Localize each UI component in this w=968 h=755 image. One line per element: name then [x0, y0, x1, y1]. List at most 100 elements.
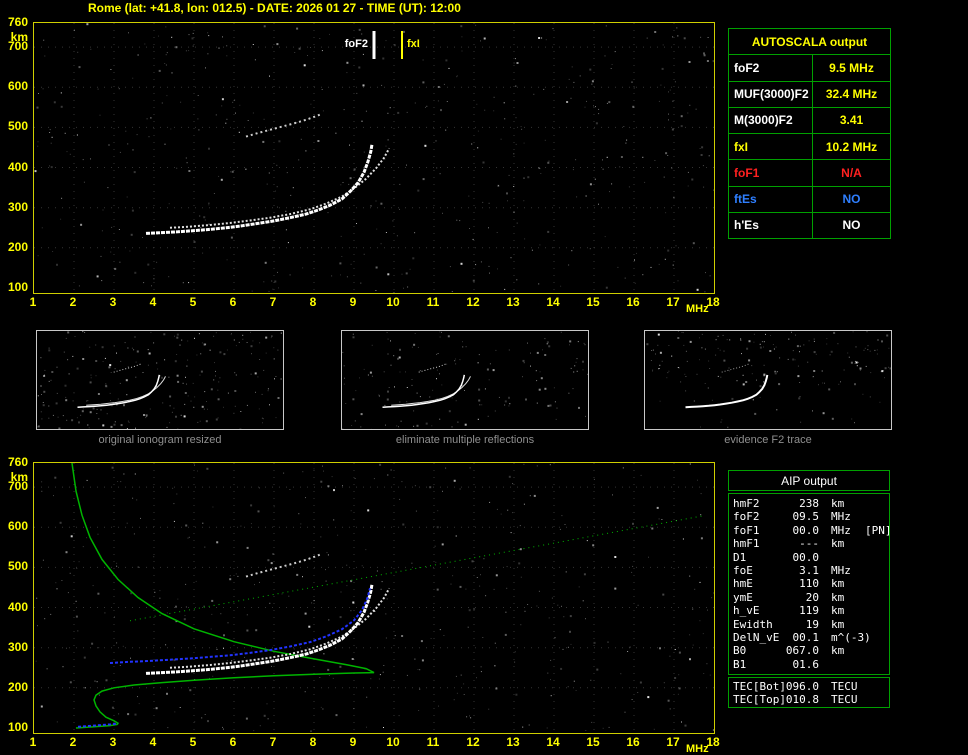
noise-dot — [173, 407, 175, 409]
noise-dot — [76, 367, 79, 370]
noise-dot — [109, 392, 111, 394]
noise-dot — [528, 724, 530, 726]
noise-dot — [55, 582, 57, 584]
noise-dot — [443, 635, 445, 636]
noise-dot — [693, 400, 695, 402]
noise-dot — [242, 334, 244, 336]
aip-unit: MHz — [831, 510, 851, 524]
noise-dot — [60, 105, 63, 108]
noise-dot — [610, 68, 612, 69]
y-tick-100: 100 — [7, 280, 28, 294]
top-plot-y-axis: 760 700 600 500 400 300 200 100 — [0, 15, 30, 300]
noise-dot — [82, 408, 84, 410]
noise-dot — [262, 140, 265, 143]
noise-dot — [560, 285, 562, 287]
x-tick-13: 13 — [506, 735, 520, 749]
noise-dot — [438, 705, 439, 707]
noise-dot — [296, 573, 299, 576]
noise-dot — [150, 117, 152, 119]
noise-dot — [335, 714, 338, 717]
noise-dot — [570, 643, 572, 645]
noise-dot — [650, 360, 652, 361]
noise-dot — [111, 405, 113, 407]
noise-dot — [192, 382, 194, 384]
noise-dot — [569, 340, 572, 343]
noise-dot — [340, 591, 342, 593]
noise-dot — [144, 43, 146, 45]
noise-dot — [418, 710, 420, 711]
noise-dot — [233, 412, 235, 414]
noise-dot — [135, 427, 136, 429]
noise-dot — [123, 404, 125, 407]
noise-dot — [416, 392, 418, 394]
noise-dot — [585, 195, 587, 197]
noise-dot — [671, 167, 673, 169]
noise-dot — [792, 350, 794, 352]
noise-dot — [715, 339, 717, 341]
noise-dot — [778, 383, 781, 386]
noise-dot — [105, 679, 108, 682]
noise-dot — [43, 375, 46, 377]
noise-dot — [605, 286, 608, 289]
autoscala-param-label: ftEs — [729, 186, 813, 212]
profile-topside-dotted-polyline — [129, 515, 703, 622]
noise-dot — [207, 720, 209, 723]
noise-dot — [60, 218, 62, 220]
noise-dot — [202, 252, 204, 254]
noise-dot — [406, 674, 408, 676]
x-tick-7: 7 — [269, 735, 277, 749]
noise-dot — [37, 425, 40, 428]
noise-dot — [223, 406, 224, 408]
noise-dot — [576, 370, 578, 372]
noise-dot — [843, 369, 845, 371]
noise-dot — [812, 376, 814, 378]
noise-dot — [666, 377, 668, 379]
noise-dot — [208, 204, 210, 206]
noise-dot — [184, 392, 187, 394]
noise-dot — [652, 349, 654, 351]
noise-dot — [78, 561, 80, 563]
noise-dot — [353, 708, 355, 710]
noise-dot — [310, 730, 312, 732]
noise-dot — [717, 375, 719, 377]
noise-dot — [675, 245, 677, 247]
noise-dot — [343, 383, 345, 385]
noise-dot — [223, 647, 224, 649]
noise-dot — [34, 170, 37, 173]
noise-dot — [634, 282, 636, 284]
noise-dot — [482, 201, 484, 203]
noise-dot — [696, 288, 699, 291]
noise-dot — [387, 139, 389, 141]
x-tick-11: 11 — [426, 295, 440, 309]
noise-dot — [250, 331, 251, 333]
noise-dot — [513, 153, 515, 155]
noise-dot — [826, 343, 828, 345]
noise-dot — [78, 421, 80, 424]
y-tick-600: 600 — [7, 519, 28, 533]
noise-dot — [353, 168, 356, 171]
noise-dot — [129, 250, 131, 252]
noise-dot — [250, 345, 253, 348]
noise-dot — [105, 383, 107, 385]
noise-dot — [856, 365, 858, 367]
noise-dot — [466, 716, 468, 718]
noise-dot — [114, 616, 115, 618]
noise-dot — [188, 50, 190, 52]
noise-dot — [464, 390, 465, 391]
noise-dot — [86, 23, 89, 26]
noise-dot — [478, 399, 481, 402]
noise-dot — [386, 332, 388, 333]
noise-dot — [41, 227, 43, 229]
noise-dot — [888, 366, 889, 368]
noise-dot — [269, 602, 271, 604]
noise-dot — [495, 687, 498, 690]
noise-dot — [557, 604, 559, 606]
noise-dot — [204, 391, 206, 393]
noise-dot — [64, 132, 66, 134]
aip-note — [865, 658, 889, 671]
y-tick-400: 400 — [7, 600, 28, 614]
noise-dot — [787, 358, 789, 360]
noise-dot — [96, 681, 98, 683]
autoscala-row-fxI: fxI 10.2 MHz — [729, 134, 890, 161]
noise-dot — [889, 367, 891, 370]
